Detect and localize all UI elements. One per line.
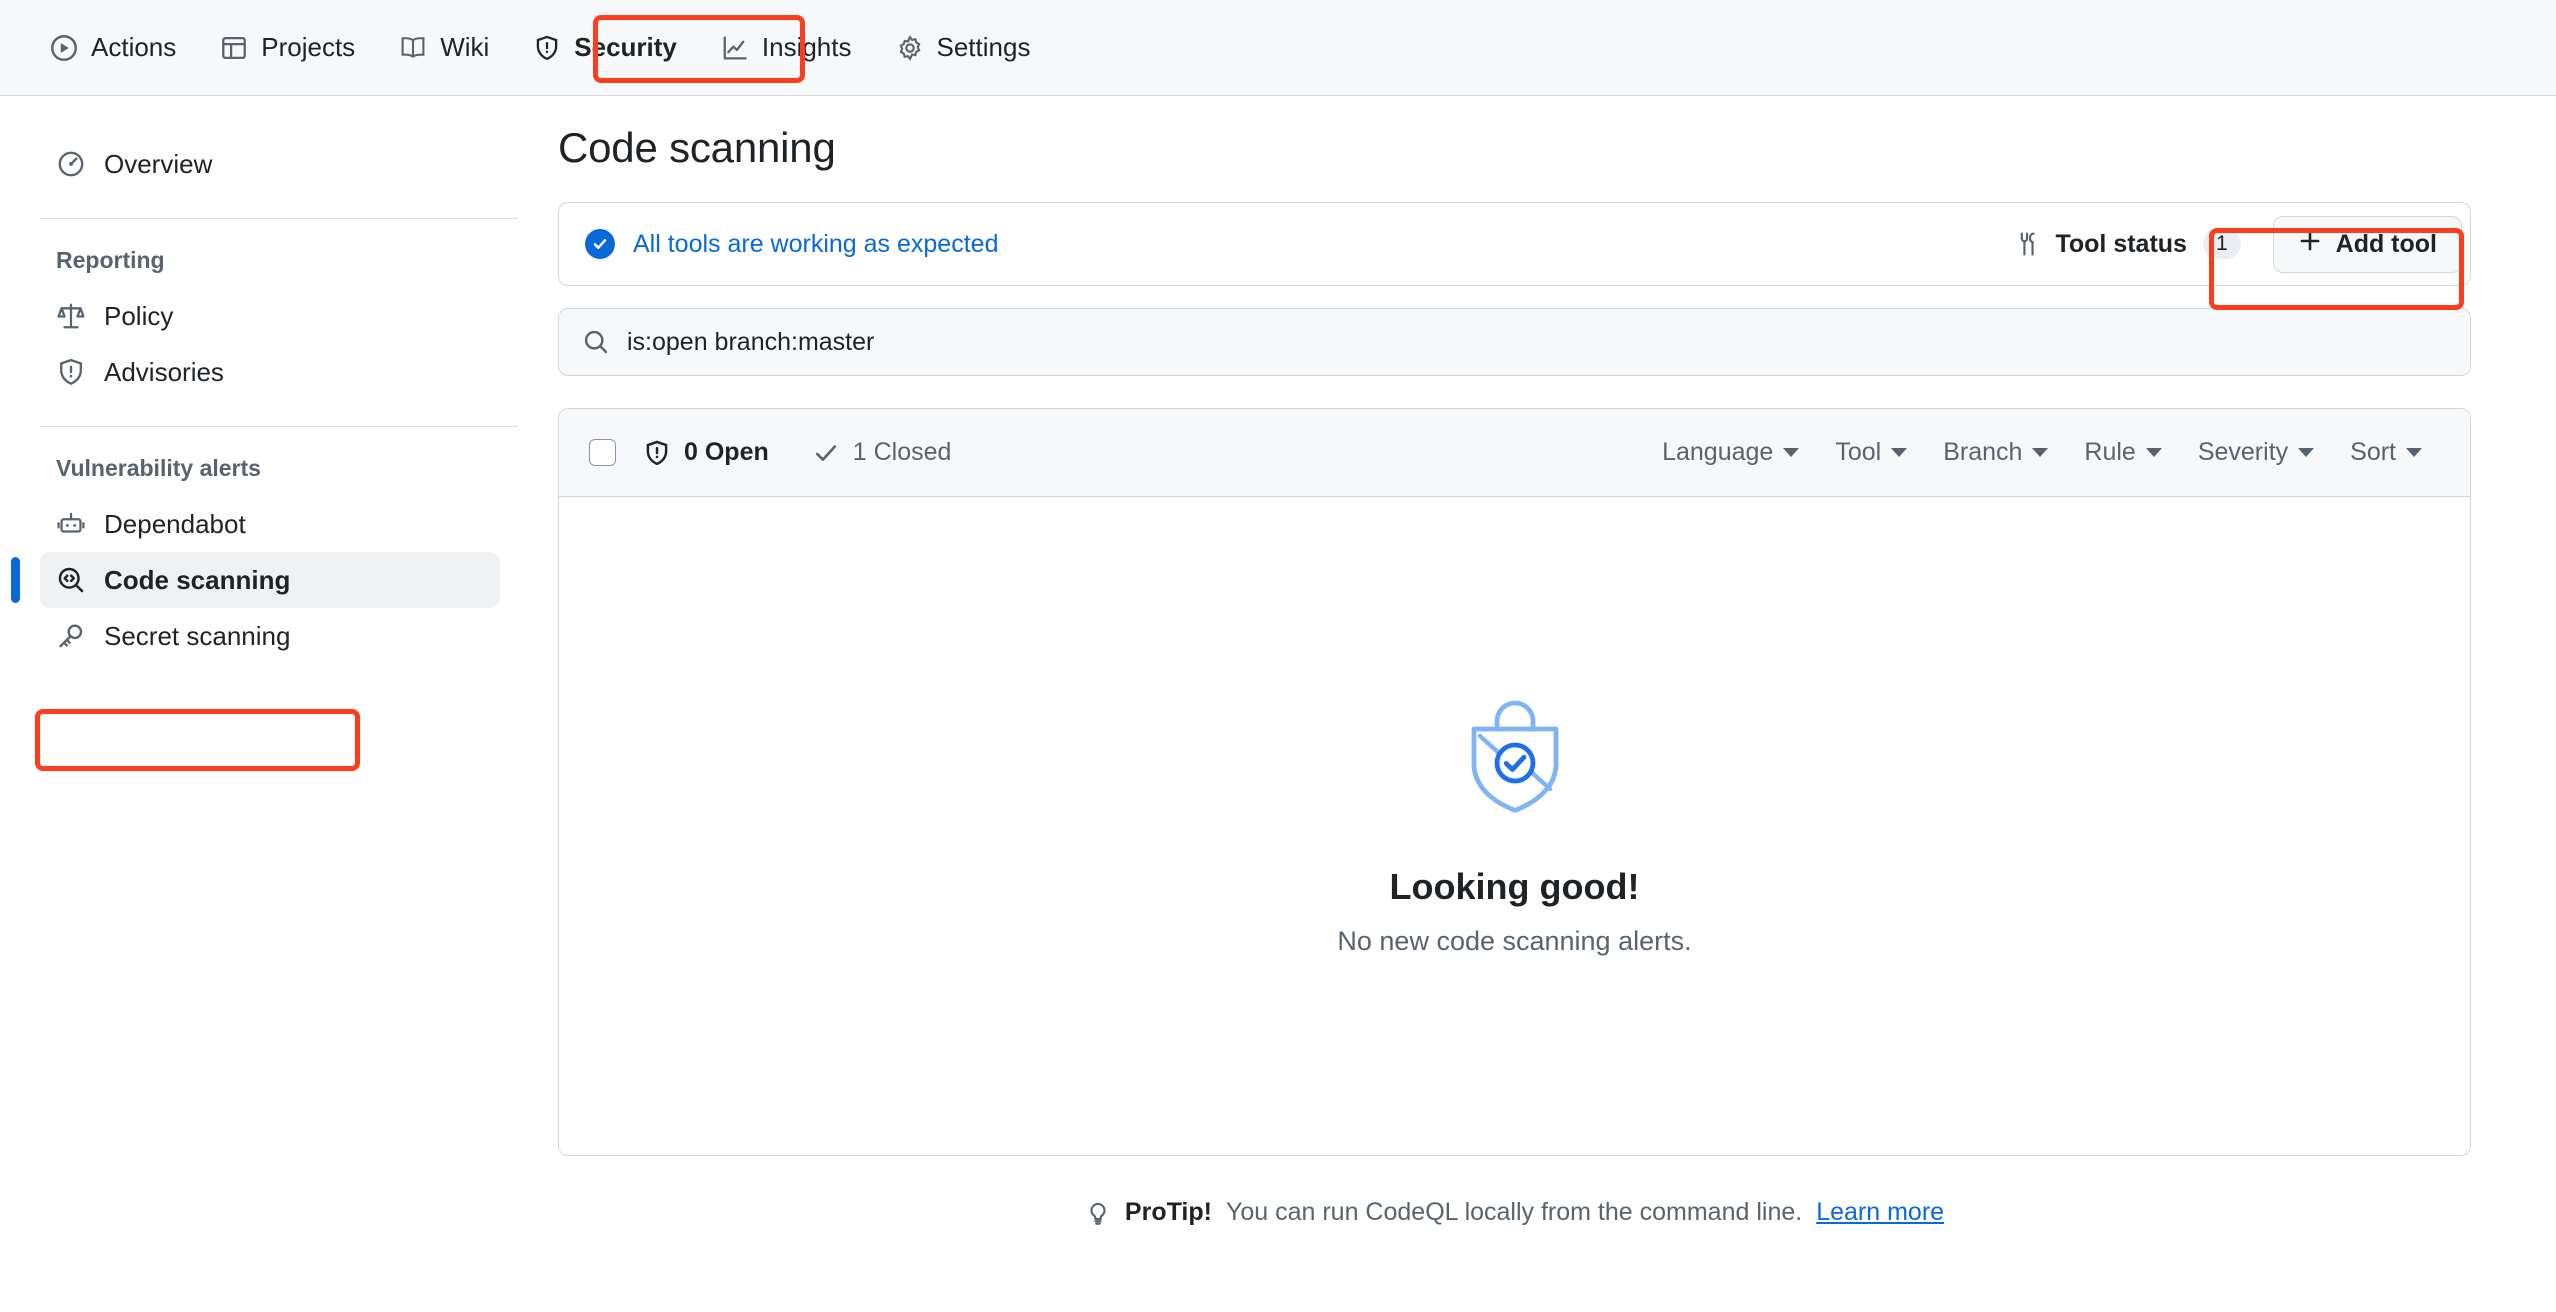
- filter-tool[interactable]: Tool: [1817, 430, 1925, 475]
- gear-icon: [896, 34, 924, 62]
- sidebar-item-dependabot[interactable]: Dependabot: [40, 496, 500, 552]
- filter-label: Branch: [1943, 438, 2023, 466]
- annotation-box-code-scanning: [35, 709, 360, 771]
- table-icon: [220, 34, 248, 62]
- tool-status-bar: All tools are working as expected Tool s…: [558, 202, 2471, 286]
- check-icon: [813, 440, 839, 466]
- empty-state-title: Looking good!: [1389, 866, 1640, 907]
- nav-item-label: Wiki: [440, 32, 490, 62]
- add-tool-button[interactable]: Add tool: [2272, 215, 2462, 273]
- nav-item-label: Insights: [761, 32, 852, 62]
- nav-item-label: Projects: [261, 32, 356, 62]
- tools-icon: [2015, 231, 2041, 257]
- book-icon: [399, 34, 427, 62]
- security-sidebar: Overview Reporting Policy Advisories Vul…: [0, 96, 558, 1312]
- nav-item-projects[interactable]: Projects: [204, 22, 371, 73]
- nav-item-label: Actions: [91, 32, 177, 62]
- nav-item-settings[interactable]: Settings: [880, 22, 1047, 73]
- filter-label: Rule: [2084, 438, 2136, 466]
- empty-state-subtitle: No new code scanning alerts.: [1337, 926, 1692, 956]
- tool-status-count-badge: 1: [2202, 229, 2241, 259]
- filter-closed-alerts[interactable]: 1 Closed: [813, 438, 952, 467]
- sidebar-item-code-scanning[interactable]: Code scanning: [11, 552, 500, 608]
- protip-text: You can run CodeQL locally from the comm…: [1225, 1198, 1803, 1226]
- sidebar-item-policy[interactable]: Policy: [40, 288, 500, 344]
- sidebar-heading-reporting: Reporting: [56, 247, 165, 273]
- alert-search-field[interactable]: is:open branch:master: [558, 308, 2471, 376]
- select-all-checkbox[interactable]: [589, 439, 616, 466]
- chevron-down-icon: [2032, 448, 2049, 457]
- tool-status-label: Tool status: [2055, 229, 2187, 258]
- empty-state: Looking good! No new code scanning alert…: [559, 497, 2470, 1155]
- chevron-down-icon: [1891, 448, 1908, 457]
- alerts-toolbar: 0 Open 1 Closed Language Tool Branch Rul…: [559, 409, 2470, 497]
- nav-item-actions[interactable]: Actions: [34, 22, 192, 73]
- filter-label: Sort: [2350, 438, 2396, 466]
- chevron-down-icon: [2406, 448, 2422, 457]
- main-content: Code scanning All tools are working as e…: [558, 96, 2556, 1312]
- all-tools-working-link[interactable]: All tools are working as expected: [585, 229, 998, 259]
- law-icon: [56, 301, 86, 331]
- alert-filters: Language Tool Branch Rule Severity Sort: [1644, 430, 2440, 475]
- sidebar-item-label: Advisories: [104, 356, 224, 387]
- shield-lock-check-icon: [1461, 695, 1569, 818]
- nav-item-insights[interactable]: Insights: [705, 22, 868, 73]
- filter-sort[interactable]: Sort: [2332, 430, 2440, 475]
- play-circle-icon: [50, 34, 78, 62]
- plus-icon: [2298, 229, 2322, 260]
- nav-item-wiki[interactable]: Wiki: [383, 22, 505, 73]
- open-alerts-count: 0 Open: [684, 438, 769, 466]
- sidebar-item-label: Policy: [104, 300, 174, 331]
- shield-alert-icon: [644, 440, 670, 466]
- sidebar-heading-vulnerability-alerts: Vulnerability alerts: [56, 455, 261, 481]
- chevron-down-icon: [2145, 448, 2162, 457]
- dependabot-icon: [56, 509, 86, 539]
- chevron-down-icon: [2298, 448, 2315, 457]
- nav-item-label: Settings: [936, 32, 1031, 62]
- filter-branch[interactable]: Branch: [1925, 430, 2066, 475]
- codescan-icon: [56, 565, 86, 595]
- add-tool-label: Add tool: [2335, 229, 2437, 258]
- filter-severity[interactable]: Severity: [2180, 430, 2332, 475]
- filter-rule[interactable]: Rule: [2066, 430, 2179, 475]
- sidebar-item-overview[interactable]: Overview: [40, 136, 500, 192]
- closed-alerts-count: 1 Closed: [852, 438, 952, 466]
- graph-icon: [721, 34, 749, 62]
- meter-icon: [56, 149, 86, 179]
- sidebar-item-label: Secret scanning: [104, 620, 291, 651]
- sidebar-item-label: Dependabot: [104, 508, 246, 539]
- chevron-down-icon: [1783, 448, 1800, 457]
- all-tools-working-label: All tools are working as expected: [633, 229, 999, 258]
- light-bulb-icon: [1085, 1200, 1111, 1226]
- filter-open-alerts[interactable]: 0 Open: [644, 438, 769, 467]
- filter-label: Tool: [1835, 438, 1882, 466]
- search-input[interactable]: is:open branch:master: [627, 328, 874, 357]
- repository-nav: Actions Projects Wiki Security Insights …: [0, 0, 2556, 96]
- sidebar-item-label: Code scanning: [104, 564, 291, 595]
- sidebar-item-secret-scanning[interactable]: Secret scanning: [40, 608, 500, 664]
- alerts-card: 0 Open 1 Closed Language Tool Branch Rul…: [558, 408, 2471, 1156]
- nav-item-label: Security: [574, 32, 677, 62]
- search-icon: [583, 329, 609, 355]
- filter-label: Severity: [2197, 438, 2289, 466]
- shield-alert-icon: [56, 357, 86, 387]
- tool-status-button[interactable]: Tool status 1: [1999, 219, 2256, 269]
- shield-alert-icon: [533, 34, 561, 62]
- key-icon: [56, 621, 86, 651]
- filter-language[interactable]: Language: [1644, 430, 1817, 475]
- check-circle-icon: [585, 229, 615, 259]
- nav-item-security[interactable]: Security: [517, 22, 693, 73]
- protip: ProTip! You can run CodeQL locally from …: [558, 1198, 2471, 1227]
- protip-label: ProTip!: [1124, 1198, 1212, 1226]
- sidebar-item-advisories[interactable]: Advisories: [40, 344, 500, 400]
- page-title: Code scanning: [558, 124, 836, 171]
- protip-learn-more-link[interactable]: Learn more: [1816, 1198, 1944, 1227]
- sidebar-item-label: Overview: [104, 148, 213, 179]
- filter-label: Language: [1662, 438, 1774, 466]
